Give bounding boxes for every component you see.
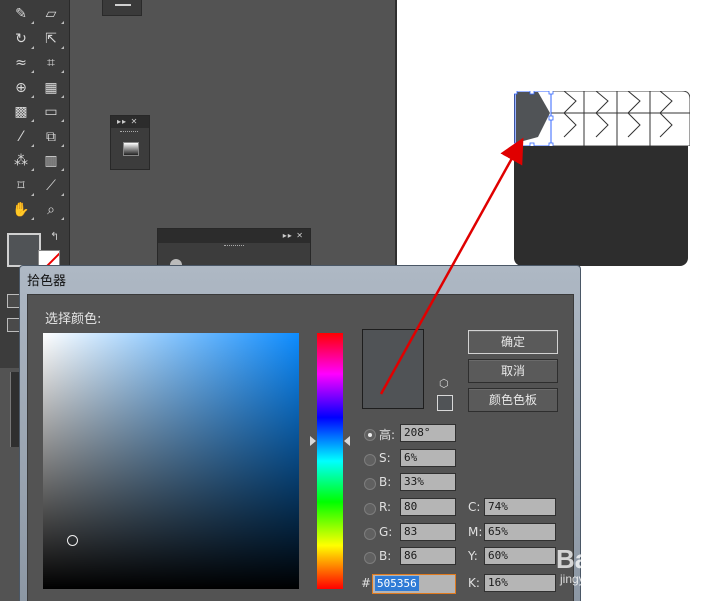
blend-icon[interactable]: ⧉ bbox=[40, 126, 64, 148]
paintbrush-icon[interactable]: ✎ bbox=[10, 3, 34, 25]
baidu-paw-icon bbox=[616, 539, 642, 566]
scale-icon[interactable]: ⇱ bbox=[40, 28, 64, 50]
tool-row: ▩ ▭ bbox=[0, 101, 70, 125]
color-swatches-button[interactable]: 颜色色板 bbox=[468, 388, 558, 412]
perspective-grid-icon[interactable]: ▦ bbox=[40, 77, 64, 99]
hue-slider-right-arrow[interactable] bbox=[344, 436, 350, 446]
swap-colors-icon[interactable]: ↰ bbox=[50, 230, 59, 243]
tool-row: ↻ ⇱ bbox=[0, 28, 70, 52]
warp-icon[interactable]: ≈ bbox=[10, 52, 34, 74]
saturation-input[interactable]: 6% bbox=[400, 449, 456, 467]
shape-builder-icon[interactable]: ⊕ bbox=[10, 77, 34, 99]
gradient-tool-icon[interactable]: ▭ bbox=[40, 101, 64, 123]
tool-row: ✋ ⌕ bbox=[0, 199, 70, 223]
magenta-input[interactable]: 65% bbox=[484, 523, 556, 541]
red-radio[interactable] bbox=[364, 503, 376, 515]
blue-input[interactable]: 86 bbox=[400, 547, 456, 565]
eyedropper-icon[interactable]: ⁄ bbox=[10, 126, 34, 148]
clapperboard-top[interactable] bbox=[514, 91, 690, 146]
select-color-label: 选择颜色: bbox=[45, 312, 102, 327]
color-field-marker[interactable] bbox=[67, 535, 78, 546]
dialog-body: 选择颜色: ⬡ 确定 取消 颜色色板 高: 208° S: 6% B: 33% … bbox=[27, 294, 574, 601]
brightness-input[interactable]: 33% bbox=[400, 473, 456, 491]
blue-radio[interactable] bbox=[364, 552, 376, 564]
hue-radio[interactable] bbox=[364, 429, 376, 441]
green-label: G: bbox=[379, 525, 393, 539]
green-input[interactable]: 83 bbox=[400, 523, 456, 541]
cancel-button[interactable]: 取消 bbox=[468, 359, 558, 383]
rotate-icon[interactable]: ↻ bbox=[10, 28, 34, 50]
eraser-icon[interactable]: ▱ bbox=[40, 3, 64, 25]
yellow-input[interactable]: 60% bbox=[484, 547, 556, 565]
baidu-watermark: Bai 经验 jingyan.baidu.com bbox=[556, 537, 726, 597]
gradient-icon[interactable] bbox=[123, 142, 139, 156]
zoom-icon[interactable]: ⌕ bbox=[40, 199, 64, 221]
gradient-panel-mini[interactable]: ▸▸ ✕ bbox=[110, 115, 150, 170]
hand-icon[interactable]: ✋ bbox=[10, 199, 34, 221]
color-preview bbox=[362, 329, 424, 409]
tool-row: ≈ ⌗ bbox=[0, 52, 70, 76]
saturation-label: S: bbox=[379, 451, 391, 465]
ok-button[interactable]: 确定 bbox=[468, 330, 558, 354]
artboard-icon[interactable]: ⌑ bbox=[10, 175, 34, 197]
hex-input[interactable]: 505356 bbox=[372, 574, 456, 594]
tool-row: ⁂ ▥ bbox=[0, 150, 70, 174]
clapperboard-body[interactable] bbox=[514, 146, 688, 266]
red-label: R: bbox=[379, 500, 392, 514]
panel-grip[interactable] bbox=[120, 131, 138, 134]
saturation-radio[interactable] bbox=[364, 454, 376, 466]
slice-icon[interactable]: ⟋ bbox=[40, 175, 64, 197]
symbol-sprayer-icon[interactable]: ⁂ bbox=[10, 150, 34, 172]
free-transform-icon[interactable]: ⌗ bbox=[40, 52, 64, 74]
green-radio[interactable] bbox=[364, 528, 376, 540]
out-of-gamut-cube-icon[interactable]: ⬡ bbox=[439, 377, 449, 390]
column-graph-icon[interactable]: ▥ bbox=[40, 150, 64, 172]
brightness-radio[interactable] bbox=[364, 478, 376, 490]
blue-label: B: bbox=[379, 549, 392, 563]
web-safe-swatch[interactable] bbox=[437, 395, 453, 411]
tool-row: ⊕ ▦ bbox=[0, 77, 70, 101]
tool-row: ⁄ ⧉ bbox=[0, 126, 70, 150]
panel-header-controls[interactable]: ▸▸ ✕ bbox=[111, 116, 149, 128]
cyan-input[interactable]: 74% bbox=[484, 498, 556, 516]
hex-value-selected: 505356 bbox=[375, 576, 419, 591]
dialog-title: 拾色器 bbox=[27, 274, 67, 289]
black-input[interactable]: 16% bbox=[484, 574, 556, 592]
hue-input[interactable]: 208° bbox=[400, 424, 456, 442]
color-picker-dialog: 拾色器 选择颜色: ⬡ 确定 取消 颜色色板 高: 208° S: 6% B: … bbox=[19, 265, 581, 601]
brightness-label: B: bbox=[379, 475, 392, 489]
hue-label: 高: bbox=[379, 428, 396, 442]
tool-row: ✎ ▱ bbox=[0, 3, 70, 27]
panel-header-controls[interactable]: ▸▸ ✕ bbox=[158, 229, 310, 243]
watermark-url: jingyan.baidu.com bbox=[560, 572, 657, 586]
fill-color-swatch[interactable] bbox=[7, 233, 41, 267]
red-input[interactable]: 80 bbox=[400, 498, 456, 516]
magenta-label: M: bbox=[468, 525, 483, 539]
mesh-icon[interactable]: ▩ bbox=[10, 101, 34, 123]
hue-slider[interactable] bbox=[317, 333, 343, 589]
tool-row: ⌑ ⟋ bbox=[0, 175, 70, 199]
black-label: K: bbox=[468, 576, 480, 590]
yellow-label: Y: bbox=[468, 549, 478, 563]
floating-panel[interactable]: ▸▸ ✕ bbox=[157, 228, 311, 271]
color-field[interactable] bbox=[43, 333, 299, 589]
panel-grip[interactable] bbox=[224, 245, 244, 248]
collapsed-panel[interactable] bbox=[102, 0, 142, 16]
cyan-label: C: bbox=[468, 500, 481, 514]
hue-slider-left-arrow[interactable] bbox=[310, 436, 316, 446]
hex-label: # bbox=[361, 576, 372, 590]
